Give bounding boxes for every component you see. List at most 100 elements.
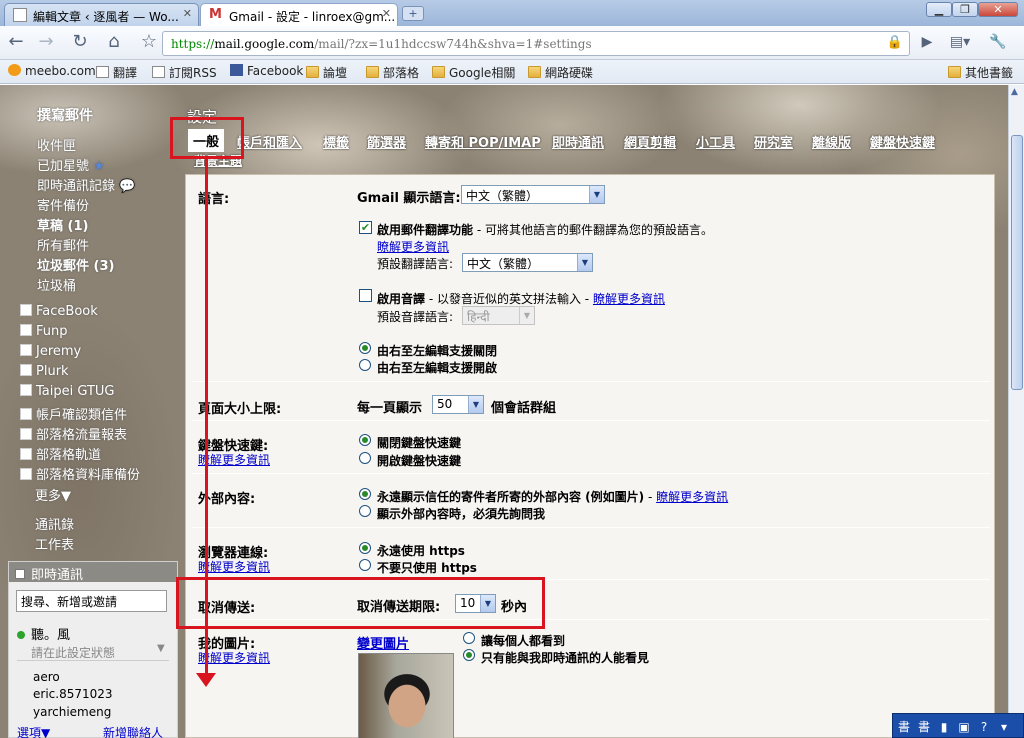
more-labels-link[interactable]: 更多▼: [35, 485, 71, 504]
chat-search-input[interactable]: [16, 590, 167, 612]
close-window-button[interactable]: ✕: [978, 2, 1018, 17]
tab-gmail-settings[interactable]: M Gmail - 設定 - linroex@gm... ✕: [200, 3, 398, 26]
shortcuts-on-radio[interactable]: [359, 452, 371, 464]
other-bookmarks[interactable]: 其他書籤: [948, 64, 1013, 81]
nav-chats[interactable]: 即時通訊記錄 💬: [37, 175, 135, 194]
wrench-menu-icon[interactable]: 🔧▾: [986, 31, 1010, 72]
transliteration-learn-more-link[interactable]: 瞭解更多資訊: [593, 292, 665, 306]
https-always-radio[interactable]: [359, 542, 371, 554]
label-blog-traffic[interactable]: 部落格流量報表: [20, 424, 127, 443]
chat-header[interactable]: 即時通訊: [9, 562, 177, 583]
contacts-link[interactable]: 通訊錄: [35, 514, 74, 533]
chat-contact[interactable]: aero: [33, 670, 60, 684]
tab-labs[interactable]: 研究室: [754, 132, 793, 151]
bookmark-folder-storage[interactable]: 網路硬碟: [528, 64, 593, 81]
nav-trash[interactable]: 垃圾桶: [37, 275, 76, 294]
label-taipei-gtug[interactable]: Taipei GTUG: [20, 384, 115, 399]
go-icon[interactable]: ▶: [915, 31, 939, 55]
change-picture-link[interactable]: 變更圖片: [357, 633, 409, 652]
label-plurk[interactable]: Plurk: [20, 364, 69, 379]
scroll-up-icon[interactable]: ▲: [1011, 87, 1018, 97]
shortcuts-learn-more-link[interactable]: 瞭解更多資訊: [198, 451, 270, 468]
nav-all-mail[interactable]: 所有郵件: [37, 235, 89, 254]
tab-keyboard-shortcuts[interactable]: 鍵盤快速鍵: [870, 132, 935, 151]
tab-web-clips[interactable]: 網頁剪輯: [624, 132, 676, 151]
rtl-off-radio[interactable]: [359, 342, 371, 354]
tab-chat[interactable]: 即時通訊: [552, 132, 604, 151]
tab-accounts-import[interactable]: 帳戶和匯入: [237, 132, 302, 151]
ime-menu-icon[interactable]: ▾: [996, 720, 1012, 736]
shortcuts-off-radio[interactable]: [359, 434, 371, 446]
nav-starred[interactable]: 已加星號 ★: [37, 155, 105, 174]
default-transliteration-select[interactable]: हिन्दी ▼: [462, 306, 535, 325]
label-account-confirm[interactable]: 帳戶確認類信件: [20, 404, 127, 423]
bookmark-translate[interactable]: 翻譯: [96, 64, 137, 81]
tab-blog-editor[interactable]: 編輯文章 ‹ 逐風者 — Wo... ✕: [4, 3, 199, 26]
home-button[interactable]: ⌂: [102, 31, 126, 55]
nav-sent[interactable]: 寄件備份: [37, 195, 89, 214]
chat-contact[interactable]: eric.8571023: [33, 687, 113, 701]
tab-forwarding-pop-imap[interactable]: 轉寄和 POP/IMAP: [425, 132, 541, 151]
collapse-icon[interactable]: [15, 569, 25, 579]
address-bar[interactable]: https://mail.google.com/mail/?zx=1u1hdcc…: [162, 31, 910, 56]
new-tab-button[interactable]: +: [402, 6, 424, 21]
picture-learn-more-link[interactable]: 瞭解更多資訊: [198, 649, 270, 666]
bookmark-folder-blog[interactable]: 部落格: [366, 64, 419, 81]
tab-filters[interactable]: 篩選器: [367, 132, 406, 151]
chat-contact[interactable]: yarchiemeng: [33, 705, 111, 719]
nav-drafts[interactable]: 草稿 (1): [37, 215, 88, 234]
picture-everyone-radio[interactable]: [463, 632, 475, 644]
tab-labels[interactable]: 標籤: [323, 132, 349, 151]
translate-checkbox[interactable]: ✔: [359, 221, 372, 234]
compose-link[interactable]: 撰寫郵件: [37, 105, 93, 125]
restore-button[interactable]: ❐: [952, 2, 978, 17]
vertical-scrollbar[interactable]: ▲: [1008, 85, 1024, 738]
translate-learn-more-link[interactable]: 瞭解更多資訊: [377, 238, 449, 255]
status-dropdown-icon[interactable]: ▼: [157, 643, 165, 654]
picture-chat-only-radio[interactable]: [463, 649, 475, 661]
label-funp[interactable]: Funp: [20, 324, 68, 339]
chat-options-link[interactable]: 選項▼: [17, 724, 50, 738]
shortcuts-on-label: 開啟鍵盤快速鍵: [377, 454, 462, 468]
external-learn-more-link[interactable]: 瞭解更多資訊: [656, 490, 728, 504]
bookmark-folder-forum[interactable]: 論壇: [306, 64, 347, 81]
external-always-radio[interactable]: [359, 488, 371, 500]
bookmark-meebo[interactable]: meebo.com: [8, 64, 96, 78]
bookmark-facebook[interactable]: Facebook: [230, 64, 303, 78]
rtl-on-radio[interactable]: [359, 359, 371, 371]
nav-inbox[interactable]: 收件匣: [37, 135, 76, 154]
nav-spam[interactable]: 垃圾郵件 (3): [37, 255, 114, 274]
scrollbar-thumb[interactable]: [1011, 135, 1023, 390]
label-blog-db-backup[interactable]: 部落格資料庫備份: [20, 464, 140, 483]
bookmark-star-icon[interactable]: ☆: [137, 31, 161, 55]
display-language-select[interactable]: 中文（繁體） ▼: [461, 185, 605, 204]
tab-gadgets[interactable]: 小工具: [696, 132, 735, 151]
help-icon[interactable]: ?: [976, 720, 992, 736]
external-ask-radio[interactable]: [359, 505, 371, 517]
transliteration-checkbox[interactable]: [359, 289, 372, 302]
browser-connection-learn-more-link[interactable]: 瞭解更多資訊: [198, 558, 270, 575]
label-blog-track[interactable]: 部落格軌道: [20, 444, 101, 463]
reload-button[interactable]: ↻: [68, 31, 92, 55]
ime-panel-icon[interactable]: ▮: [936, 720, 952, 736]
add-contact-link[interactable]: 新增聯絡人: [103, 724, 163, 738]
status-message-input[interactable]: 請在此設定狀態: [31, 644, 115, 661]
close-tab-icon[interactable]: ✕: [382, 7, 391, 20]
ime-mode-icon[interactable]: 書: [916, 718, 932, 734]
page-size-select[interactable]: 50 ▼: [432, 395, 484, 414]
forward-button[interactable]: →: [34, 31, 58, 55]
tasks-link[interactable]: 工作表: [35, 534, 74, 553]
back-button[interactable]: ←: [4, 31, 28, 55]
minimize-button[interactable]: ▁: [926, 2, 952, 17]
ime-mode-icon[interactable]: 書: [896, 718, 912, 734]
label-facebook[interactable]: FaceBook: [20, 304, 98, 319]
tab-offline[interactable]: 離線版: [812, 132, 851, 151]
label-jeremy[interactable]: Jeremy: [20, 344, 81, 359]
bookmark-folder-google[interactable]: Google相關: [432, 64, 515, 81]
bookmark-rss[interactable]: 訂閱RSS: [152, 64, 217, 81]
page-menu-icon[interactable]: ▤▾: [948, 31, 972, 55]
ime-window-icon[interactable]: ▣: [956, 720, 972, 736]
default-translate-select[interactable]: 中文（繁體） ▼: [462, 253, 593, 272]
https-not-always-radio[interactable]: [359, 559, 371, 571]
close-tab-icon[interactable]: ✕: [183, 7, 192, 20]
